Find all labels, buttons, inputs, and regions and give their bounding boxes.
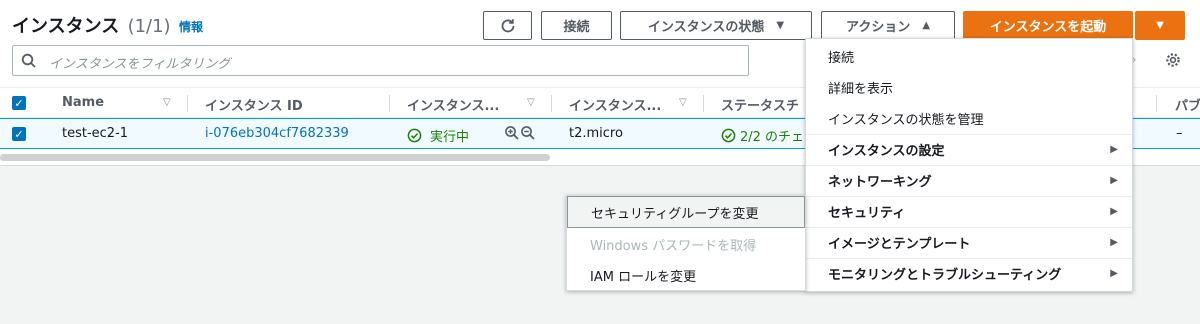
menu-item-label: 接続: [828, 51, 855, 66]
menu-item-label: モニタリングとトラブルシューティング: [828, 268, 1062, 283]
row-checkbox[interactable]: ✓: [12, 127, 26, 141]
column-divider: [389, 95, 390, 112]
actions-button[interactable]: アクション ▲: [821, 11, 955, 40]
instance-state-label: インスタンスの状態: [647, 20, 765, 35]
column-header-status-check[interactable]: ステータスチ: [721, 95, 799, 114]
status-check: 2/2 のチェ: [721, 126, 804, 145]
launch-dropdown-button[interactable]: ▼: [1135, 11, 1185, 40]
check-circle-icon: [721, 128, 736, 143]
search-placeholder: インスタンスをフィルタリング: [49, 57, 231, 72]
column-header-name[interactable]: Name: [62, 95, 104, 110]
column-header-instance-state[interactable]: インスタンス...: [407, 95, 499, 114]
submenu-item-label: セキュリティグループを変更: [591, 206, 759, 222]
select-all-checkbox[interactable]: ✓: [12, 96, 26, 110]
check-circle-icon: [407, 128, 422, 143]
menu-item-manage-state[interactable]: インスタンスの状態を管理: [806, 103, 1132, 134]
submenu-item-label: IAM ロールを変更: [590, 269, 697, 285]
status-check-text: 2/2 のチェ: [740, 130, 805, 145]
menu-item-networking[interactable]: ネットワーキング ▶: [806, 165, 1132, 196]
sort-icon[interactable]: ▽: [163, 97, 171, 108]
column-header-instance-type[interactable]: インスタンス...: [569, 95, 661, 114]
instance-state-text: 実行中: [430, 130, 470, 145]
page-title-text: インスタンス: [12, 16, 120, 37]
submenu-arrow-icon: ▶: [1110, 206, 1118, 217]
column-divider: [703, 95, 704, 112]
column-header-public-dns[interactable]: パブ: [1175, 95, 1200, 114]
column-divider: [187, 95, 188, 112]
launch-instance-button[interactable]: インスタンスを起動: [963, 11, 1133, 40]
menu-item-images-templates[interactable]: イメージとテンプレート ▶: [806, 227, 1132, 258]
menu-item-monitoring[interactable]: モニタリングとトラブルシューティング ▶: [806, 258, 1132, 289]
instance-count: (1/1): [127, 16, 171, 37]
menu-item-label: セキュリティ: [828, 206, 906, 221]
refresh-button[interactable]: [483, 11, 532, 40]
actions-menu: 接続 詳細を表示 インスタンスの状態を管理 インスタンスの設定 ▶ ネットワーキン…: [805, 38, 1133, 292]
caret-up-icon: ▲: [922, 20, 931, 31]
instance-state: 実行中: [407, 126, 469, 145]
column-divider: [551, 95, 552, 112]
menu-item-view-details[interactable]: 詳細を表示: [806, 72, 1132, 103]
submenu-arrow-icon: ▶: [1110, 175, 1118, 186]
connect-button[interactable]: 接続: [541, 11, 612, 40]
refresh-icon: [501, 18, 514, 32]
menu-item-connect[interactable]: 接続: [806, 41, 1132, 72]
instance-name: test-ec2-1: [62, 126, 129, 141]
sort-icon[interactable]: ▽: [527, 97, 535, 108]
info-link[interactable]: 情報: [179, 18, 203, 35]
column-divider: [1156, 95, 1157, 112]
submenu-item-label: Windows パスワードを取得: [590, 238, 757, 254]
zoom-out-icon[interactable]: [520, 125, 536, 145]
zoom-in-icon[interactable]: [504, 125, 520, 145]
submenu-arrow-icon: ▶: [1110, 268, 1118, 279]
submenu-item-change-security-groups[interactable]: セキュリティグループを変更: [567, 196, 805, 228]
launch-instance-label: インスタンスを起動: [989, 20, 1107, 35]
column-header-instance-id[interactable]: インスタンス ID: [205, 95, 303, 114]
search-icon: [21, 53, 36, 68]
search-input[interactable]: インスタンスをフィルタリング: [12, 45, 749, 76]
menu-item-label: ネットワーキング: [828, 175, 932, 190]
caret-down-icon: ▼: [776, 20, 785, 31]
menu-item-label: インスタンスの状態を管理: [828, 113, 984, 128]
sort-icon[interactable]: ▽: [679, 97, 687, 108]
menu-item-instance-settings[interactable]: インスタンスの設定 ▶: [806, 134, 1132, 165]
menu-item-label: インスタンスの設定: [828, 144, 945, 159]
security-submenu: セキュリティグループを変更 Windows パスワードを取得 IAM ロールを変…: [566, 195, 806, 291]
actions-button-label: アクション: [845, 20, 911, 35]
public-dns: –: [1176, 126, 1183, 141]
instance-id-link[interactable]: i-076eb304cf7682339: [205, 126, 349, 141]
page-title: インスタンス (1/1): [12, 12, 171, 38]
submenu-item-get-windows-password: Windows パスワードを取得: [567, 228, 805, 260]
menu-item-security[interactable]: セキュリティ ▶: [806, 196, 1132, 227]
submenu-item-change-iam-role[interactable]: IAM ロールを変更: [567, 259, 805, 291]
gear-icon[interactable]: [1164, 51, 1182, 69]
caret-down-icon: ▼: [1156, 20, 1164, 31]
submenu-arrow-icon: ▶: [1110, 237, 1118, 248]
horizontal-scrollbar[interactable]: [0, 154, 550, 161]
menu-item-label: 詳細を表示: [828, 82, 894, 97]
connect-button-label: 接続: [563, 20, 590, 35]
submenu-arrow-icon: ▶: [1110, 144, 1118, 155]
instance-state-button[interactable]: インスタンスの状態 ▼: [620, 11, 812, 40]
instance-type: t2.micro: [569, 126, 623, 141]
menu-item-label: イメージとテンプレート: [828, 237, 971, 252]
